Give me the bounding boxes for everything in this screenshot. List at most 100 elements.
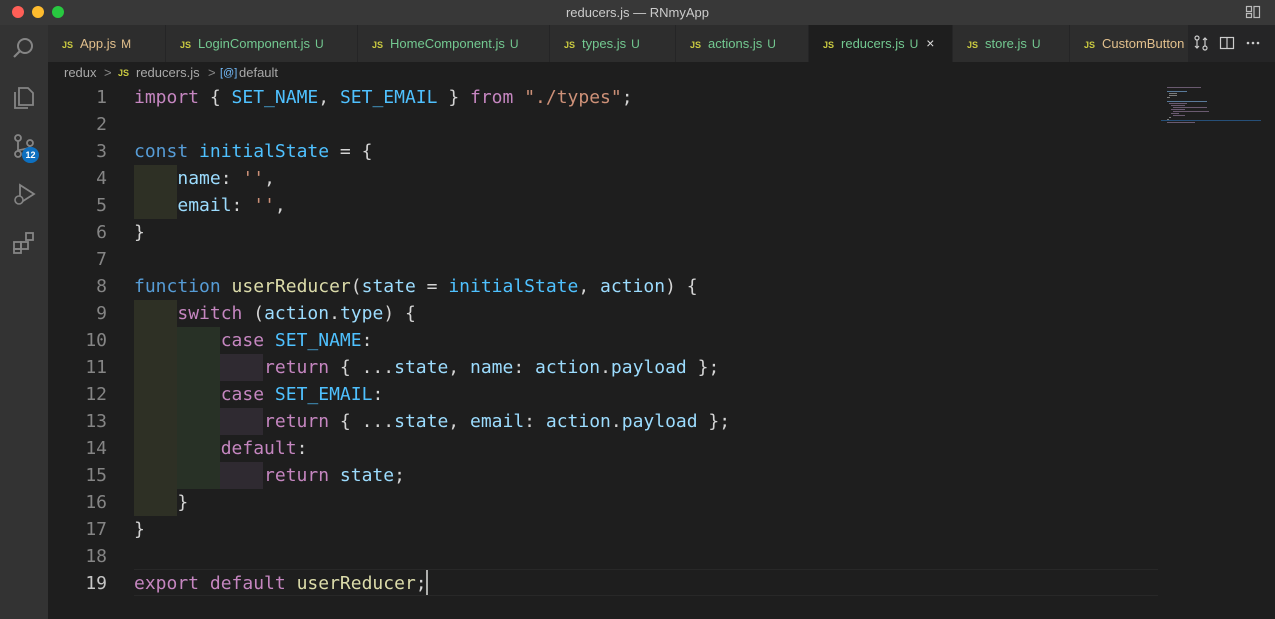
tab-status: U bbox=[767, 37, 776, 51]
layout-icon[interactable] bbox=[1245, 4, 1261, 20]
tab-home-component[interactable]: JS HomeComponent.js U bbox=[358, 25, 550, 62]
editor-actions bbox=[1189, 25, 1275, 62]
tab-custom-button[interactable]: JS CustomButton bbox=[1070, 25, 1189, 62]
tab-app-js[interactable]: JS App.js M bbox=[48, 25, 166, 62]
code-editor[interactable]: 1 2 3 4 5 6 7 8 9 10 11 12 13 14 15 16 17 18 19 import { S… bbox=[48, 84, 1275, 619]
code-line[interactable]: function userReducer(state = initialStat… bbox=[134, 273, 698, 300]
code-line[interactable]: export default userReducer; bbox=[134, 570, 427, 597]
code-token: , bbox=[448, 357, 470, 378]
line-number: 6 bbox=[96, 222, 107, 243]
code-token: { bbox=[199, 87, 232, 108]
code-token: } bbox=[134, 222, 145, 243]
explorer-icon[interactable] bbox=[11, 85, 37, 111]
tab-status: U bbox=[1031, 37, 1041, 51]
compare-changes-icon[interactable] bbox=[1193, 35, 1209, 51]
split-editor-icon[interactable] bbox=[1219, 35, 1235, 51]
code-token: case bbox=[220, 330, 265, 351]
line-number: 4 bbox=[96, 168, 107, 189]
code-line[interactable]: } bbox=[134, 489, 188, 516]
tab-label: actions.js bbox=[708, 36, 763, 51]
code-line[interactable]: return state; bbox=[134, 462, 405, 489]
more-actions-icon[interactable] bbox=[1245, 35, 1261, 51]
line-number: 1 bbox=[96, 87, 107, 108]
line-number: 18 bbox=[85, 546, 107, 567]
code-line[interactable]: name: '', bbox=[134, 165, 275, 192]
code-token: SET_EMAIL bbox=[339, 87, 438, 108]
tab-actions-js[interactable]: JS actions.js U bbox=[676, 25, 809, 62]
code-token: email bbox=[469, 411, 525, 432]
code-token: = bbox=[415, 276, 449, 297]
tab-status: U bbox=[315, 37, 324, 51]
code-token: ( bbox=[242, 303, 265, 324]
code-line[interactable]: } bbox=[134, 516, 145, 543]
tab-label: store.js bbox=[985, 36, 1027, 51]
editor-tabs: JS App.js M JS LoginComponent.js U JS HomeCom… bbox=[48, 25, 1189, 62]
breadcrumb-file[interactable]: reducers.js bbox=[136, 62, 200, 84]
code-token: SET_EMAIL bbox=[274, 384, 373, 405]
symbol-icon: [@] bbox=[220, 67, 238, 79]
code-line[interactable]: const initialState = { bbox=[134, 138, 372, 165]
breadcrumb-folder[interactable]: redux bbox=[64, 62, 97, 84]
code-token: export bbox=[134, 573, 200, 594]
line-number: 13 bbox=[85, 411, 107, 432]
code-line[interactable]: switch (action.type) { bbox=[134, 300, 415, 327]
code-token: initialState bbox=[448, 276, 579, 297]
code-token: : bbox=[524, 411, 546, 432]
code-token: SET_NAME bbox=[231, 87, 319, 108]
extensions-icon[interactable] bbox=[11, 230, 37, 256]
line-number: 7 bbox=[96, 249, 107, 270]
tab-reducers-js[interactable]: JS reducers.js U × bbox=[809, 25, 953, 62]
code-token: switch bbox=[177, 303, 243, 324]
tab-status: U bbox=[509, 37, 519, 51]
code-token: . bbox=[610, 411, 622, 432]
code-line[interactable]: import { SET_NAME, SET_EMAIL } from "./t… bbox=[134, 84, 633, 111]
code-line[interactable]: case SET_EMAIL: bbox=[134, 381, 384, 408]
code-token: SET_NAME bbox=[274, 330, 362, 351]
activity-bar: 12 bbox=[0, 25, 48, 619]
js-file-icon: JS bbox=[118, 68, 130, 78]
code-token: { ... bbox=[329, 411, 395, 432]
tab-status: U bbox=[909, 37, 919, 51]
run-debug-icon[interactable] bbox=[11, 181, 37, 207]
line-number: 3 bbox=[96, 141, 107, 162]
code-token: ; bbox=[394, 465, 405, 486]
code-line[interactable]: default: bbox=[134, 435, 308, 462]
js-file-icon: JS bbox=[180, 40, 192, 50]
code-token: ( bbox=[350, 276, 362, 297]
code-token: import bbox=[134, 87, 200, 108]
code-line[interactable]: } bbox=[134, 219, 145, 246]
tab-types-js[interactable]: JS types.js U bbox=[550, 25, 676, 62]
code-token: '' bbox=[242, 168, 265, 189]
breadcrumb-separator: > bbox=[104, 65, 112, 80]
search-icon[interactable] bbox=[11, 35, 37, 61]
vertical-scrollbar[interactable] bbox=[1261, 84, 1275, 619]
code-token: return bbox=[264, 465, 330, 486]
close-tab-button[interactable]: × bbox=[926, 35, 934, 51]
code-token: action bbox=[264, 303, 330, 324]
line-number: 9 bbox=[96, 303, 107, 324]
code-token: from bbox=[470, 87, 514, 108]
code-token: , bbox=[578, 276, 601, 297]
tab-login-component[interactable]: JS LoginComponent.js U bbox=[166, 25, 358, 62]
line-number: 10 bbox=[85, 330, 107, 351]
tab-store-js[interactable]: JS store.js U bbox=[953, 25, 1070, 62]
code-token: "./types" bbox=[524, 87, 622, 108]
code-line[interactable]: email: '', bbox=[134, 192, 285, 219]
line-number: 12 bbox=[85, 384, 107, 405]
line-number: 17 bbox=[85, 519, 107, 540]
code-line[interactable]: return { ...state, name: action.payload … bbox=[134, 354, 719, 381]
code-line[interactable]: case SET_NAME: bbox=[134, 327, 373, 354]
code-token: name bbox=[469, 357, 514, 378]
tab-label: App.js bbox=[80, 36, 117, 51]
minimap[interactable] bbox=[1161, 84, 1261, 619]
breadcrumb-symbol[interactable]: default bbox=[239, 62, 278, 84]
code-token: } bbox=[437, 87, 470, 108]
code-line[interactable]: return { ...state, email: action.payload… bbox=[134, 408, 730, 435]
